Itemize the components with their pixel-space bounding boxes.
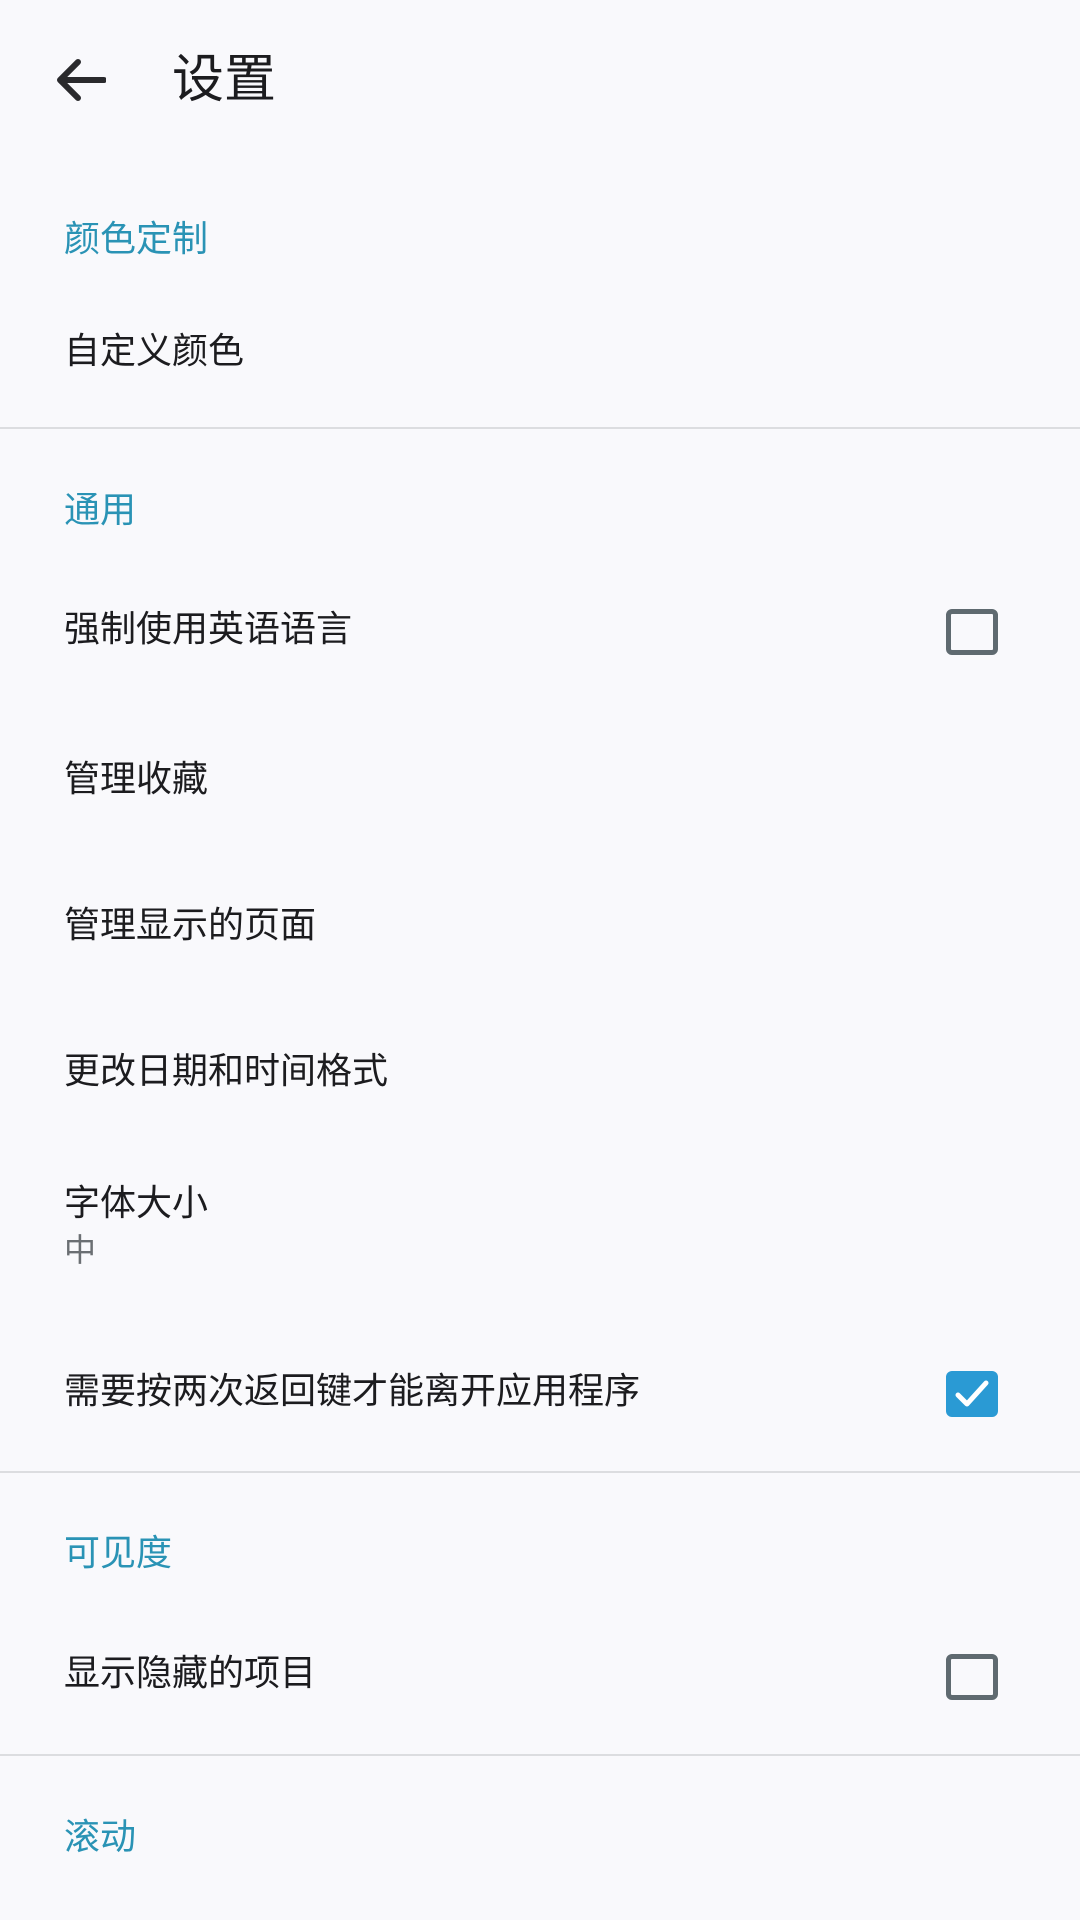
date-time-format-label: 更改日期和时间格式 (64, 1051, 389, 1092)
date-time-format-row[interactable]: 更改日期和时间格式 (0, 1032, 1080, 1112)
font-size-label: 字体大小 (64, 1183, 209, 1224)
force-english-label: 强制使用英语语言 (64, 609, 353, 650)
divider (0, 1754, 1080, 1756)
arrow-left-icon (57, 59, 106, 101)
app-bar: 设置 (0, 0, 1080, 164)
press-back-twice-checkbox[interactable] (946, 1371, 998, 1417)
divider (0, 1471, 1080, 1473)
section-header-general: 通用 (64, 490, 137, 531)
font-size-value: 中 (64, 1231, 97, 1269)
press-back-twice-label: 需要按两次返回键才能离开应用程序 (64, 1371, 641, 1412)
show-hidden-row[interactable]: 显示隐藏的项目 (0, 1634, 1080, 1714)
section-header-visibility: 可见度 (64, 1533, 173, 1574)
section-header-scrolling: 滚动 (64, 1817, 137, 1858)
manage-tabs-label: 管理显示的页面 (64, 905, 317, 946)
manage-favorites-label: 管理收藏 (64, 759, 209, 800)
show-hidden-label: 显示隐藏的项目 (64, 1653, 317, 1694)
manage-tabs-row[interactable]: 管理显示的页面 (0, 888, 1080, 968)
force-english-row[interactable]: 强制使用英语语言 (0, 590, 1080, 670)
force-english-checkbox[interactable] (946, 609, 998, 655)
press-back-twice-row[interactable]: 需要按两次返回键才能离开应用程序 (0, 1352, 1080, 1432)
manage-favorites-row[interactable]: 管理收藏 (0, 744, 1080, 824)
font-size-row[interactable]: 字体大小 中 (0, 1172, 1080, 1282)
checkmark-icon (955, 1380, 989, 1407)
section-header-color: 颜色定制 (64, 219, 209, 260)
custom-color-row[interactable]: 自定义颜色 (0, 320, 1080, 400)
divider (0, 427, 1080, 429)
show-hidden-checkbox[interactable] (946, 1654, 998, 1700)
custom-color-label: 自定义颜色 (64, 331, 245, 372)
page-title: 设置 (172, 50, 277, 110)
back-button[interactable] (44, 44, 116, 116)
